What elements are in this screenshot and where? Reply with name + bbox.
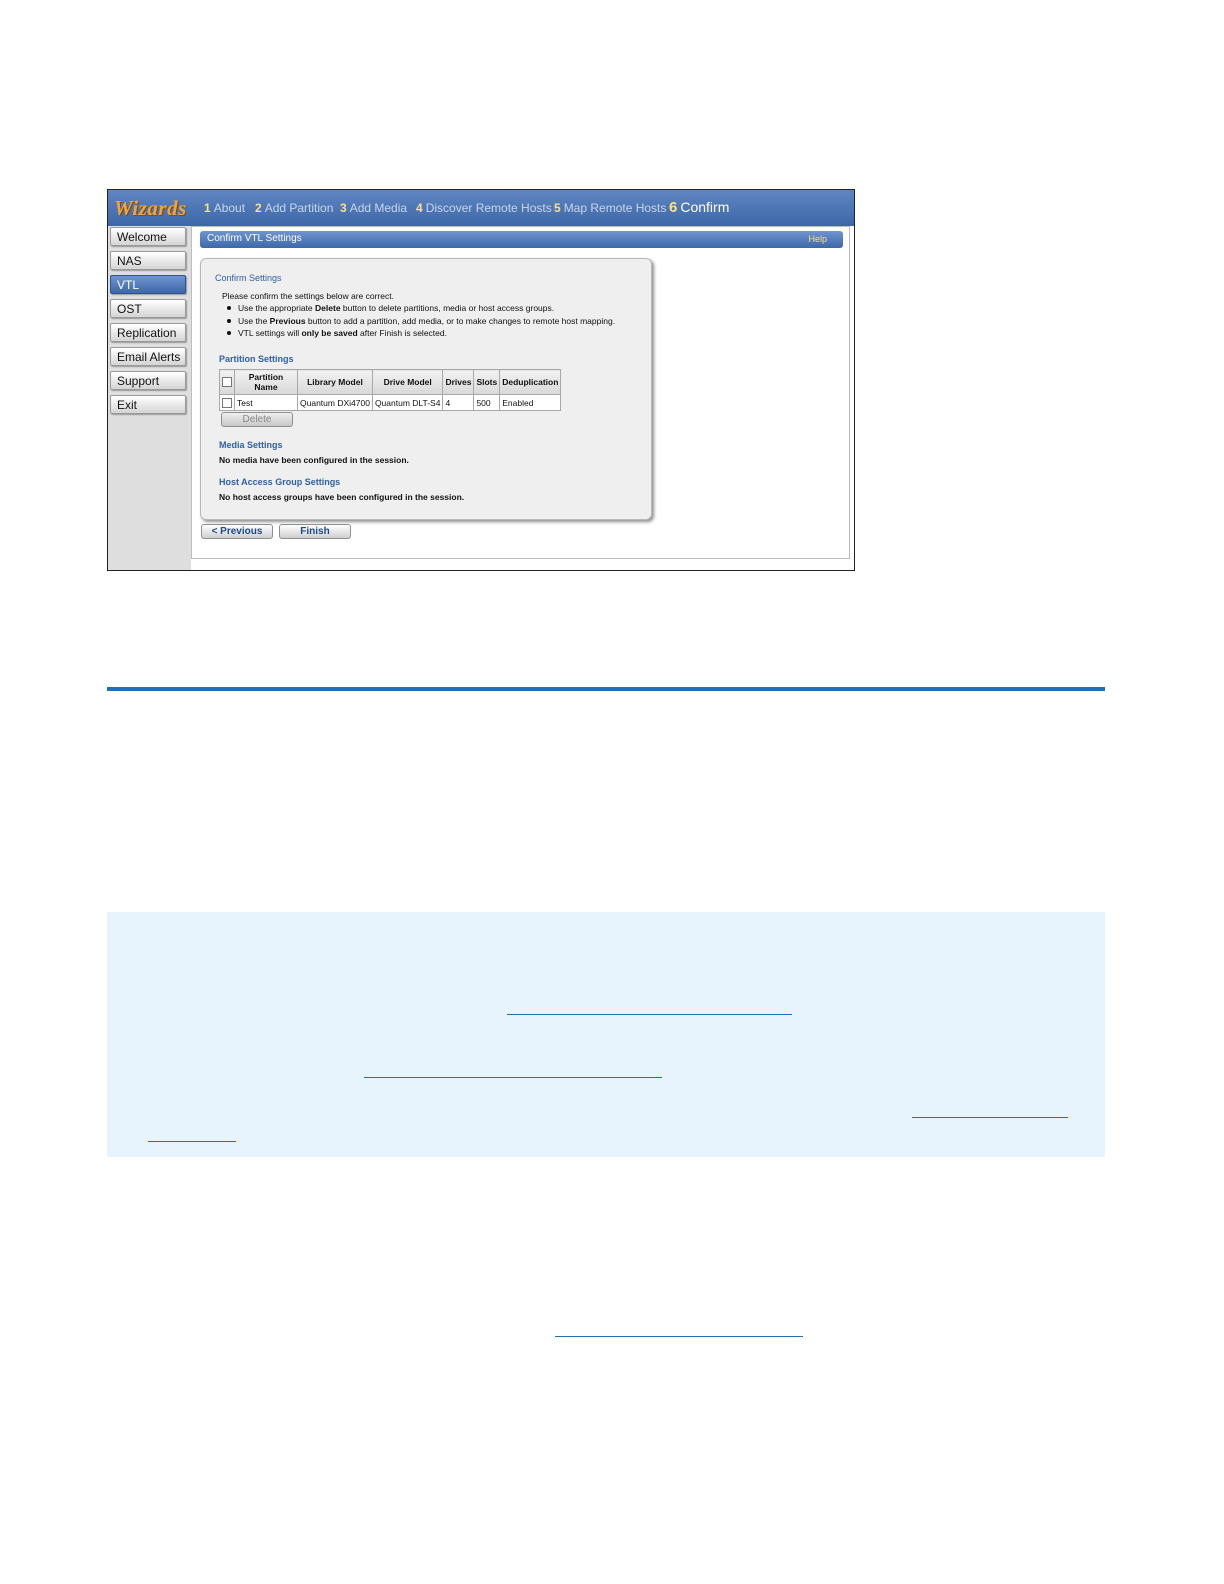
content-area: Confirm VTL Settings Help Confirm Settin… <box>191 226 850 559</box>
select-all-checkbox-cell[interactable] <box>219 369 235 395</box>
cell-deduplication: Enabled <box>499 394 562 411</box>
table-header-row: Partition Name Library Model Drive Model… <box>219 369 562 395</box>
nav-email-alerts[interactable]: Email Alerts <box>110 347 186 366</box>
confirm-settings-title: Confirm Settings <box>215 273 282 283</box>
col-deduplication: Deduplication <box>499 369 562 395</box>
partition-table: Partition Name Library Model Drive Model… <box>219 369 562 411</box>
cell-library-model: Quantum DXi4700 <box>297 394 373 411</box>
step-discover-remote-hosts[interactable]: 4 Discover Remote Hosts <box>416 201 552 215</box>
content-header: Confirm VTL Settings Help <box>200 231 843 248</box>
nav-support[interactable]: Support <box>110 371 186 390</box>
note-box <box>107 912 1105 1157</box>
host-access-title: Host Access Group Settings <box>219 477 341 487</box>
media-settings-text: No media have been configured in the ses… <box>219 455 409 465</box>
intro-text: Please confirm the settings below are co… <box>222 291 394 301</box>
wizard-screenshot: Wizards 1 About 2 Add Partition 3 Add Media… <box>107 189 855 571</box>
wizard-header-bar: Wizards 1 About 2 Add Partition 3 Add Media… <box>108 190 854 226</box>
step-map-remote-hosts[interactable]: 5 Map Remote Hosts <box>554 201 666 215</box>
help-link[interactable]: Help <box>808 234 827 244</box>
bullet-dot <box>227 319 231 323</box>
col-library-model: Library Model <box>297 369 373 395</box>
delete-button[interactable]: Delete <box>221 412 293 427</box>
step-confirm[interactable]: 6 Confirm <box>669 199 729 216</box>
content-header-title: Confirm VTL Settings <box>207 233 302 244</box>
table-row: Test Quantum DXi4700 Quantum DLT-S4 4 50… <box>219 394 562 411</box>
previous-button[interactable]: < Previous <box>201 524 273 539</box>
select-all-checkbox[interactable] <box>222 377 232 388</box>
cell-drives: 4 <box>442 394 475 411</box>
col-drive-model: Drive Model <box>371 369 444 395</box>
media-settings-title: Media Settings <box>219 440 283 450</box>
section-divider <box>107 687 1105 691</box>
nav-vtl[interactable]: VTL <box>110 275 186 294</box>
nav-welcome[interactable]: Welcome <box>110 227 186 246</box>
bullet-previous: Use the Previous button to add a partiti… <box>238 316 616 326</box>
cell-slots: 500 <box>473 394 501 411</box>
bullet-delete: Use the appropriate Delete button to del… <box>238 303 555 313</box>
cell-drive-model: Quantum DLT-S4 <box>371 394 444 411</box>
finish-button[interactable]: Finish <box>279 524 351 539</box>
link-underline[interactable] <box>555 1336 803 1337</box>
nav-replication[interactable]: Replication <box>110 323 186 342</box>
link-underline[interactable] <box>507 1014 792 1015</box>
nav-exit[interactable]: Exit <box>110 395 186 414</box>
partition-settings-title: Partition Settings <box>219 354 294 364</box>
cell-partition-name: Test <box>234 394 298 411</box>
bullet-dot <box>227 306 231 310</box>
nav-ost[interactable]: OST <box>110 299 186 318</box>
col-partition-name: Partition Name <box>234 369 298 395</box>
step-about[interactable]: 1 About <box>204 201 245 215</box>
link-underline[interactable] <box>364 1077 662 1078</box>
wizard-title: Wizards <box>114 196 187 220</box>
col-drives: Drives <box>442 369 475 395</box>
col-slots: Slots <box>473 369 501 395</box>
host-access-text: No host access groups have been configur… <box>219 492 465 502</box>
step-add-media[interactable]: 3 Add Media <box>340 201 407 215</box>
left-nav: Welcome NAS VTL OST Replication Email Al… <box>108 226 191 570</box>
nav-nas[interactable]: NAS <box>110 251 186 270</box>
link-underline[interactable] <box>148 1141 236 1142</box>
step-add-partition[interactable]: 2 Add Partition <box>255 201 333 215</box>
row-checkbox[interactable] <box>222 397 232 408</box>
bullet-save: VTL settings will only be saved after Fi… <box>238 328 447 338</box>
row-checkbox-cell[interactable] <box>219 394 235 411</box>
confirm-settings-panel: Confirm Settings Please confirm the sett… <box>200 258 652 520</box>
bullet-dot <box>227 331 231 335</box>
link-underline[interactable] <box>912 1117 1068 1118</box>
